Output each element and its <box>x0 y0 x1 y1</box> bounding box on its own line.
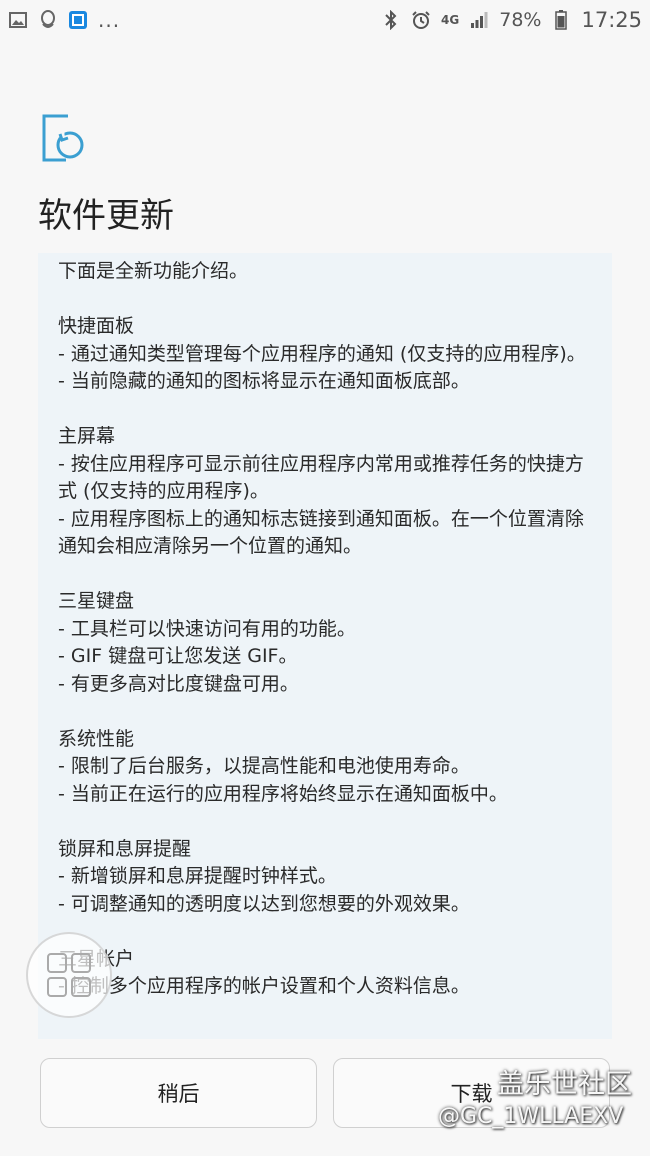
section-item: - GIF 键盘可让您发送 GIF。 <box>58 645 298 667</box>
status-bar-right: 4G 78% 17:25 <box>381 8 642 32</box>
section-title: 三星帐户 <box>58 946 586 974</box>
qq-icon <box>38 10 58 30</box>
gallery-icon <box>8 10 28 30</box>
section-item: - 控制多个应用程序的帐户设置和个人资料信息。 <box>58 975 470 997</box>
section-quick-panel: 快捷面板 - 通过通知类型管理每个应用程序的通知 (仅支持的应用程序)。 - 当… <box>58 313 586 396</box>
section-item: - 应用程序图标上的通知标志链接到通知面板。在一个位置清除通知会相应清除另一个位… <box>58 507 584 558</box>
section-item: - 限制了后台服务，以提高性能和电池使用寿命。 <box>58 755 470 777</box>
section-title: 主屏幕 <box>58 425 116 447</box>
section-item: - 当前正在运行的应用程序将始终显示在通知面板中。 <box>58 782 508 805</box>
section-item: - 当前隐藏的通知的图标将显示在通知面板底部。 <box>58 370 470 392</box>
section-item: - 有更多高对比度键盘可用。 <box>58 672 299 695</box>
software-update-icon <box>40 112 88 164</box>
release-notes-panel[interactable]: 下面是全新功能介绍。 快捷面板 - 通过通知类型管理每个应用程序的通知 (仅支持… <box>38 253 612 1039</box>
floating-assistant-button[interactable] <box>26 932 112 1018</box>
network-type: 4G <box>441 13 460 27</box>
battery-level: 78% <box>499 9 542 31</box>
bluetooth-icon <box>381 10 401 30</box>
grid-icon <box>47 953 91 997</box>
watermark-logo: 盖乐世社区 <box>497 1069 632 1100</box>
watermark-username: @GC_1WLLAEXV <box>438 1104 624 1129</box>
section-title: 三星键盘 <box>58 590 135 612</box>
section-title: 锁屏和息屏提醒 <box>58 837 192 860</box>
status-bar-left: ... <box>8 8 120 32</box>
section-title: 快捷面板 <box>58 315 135 337</box>
section-item: - 可调整通知的透明度以达到您想要的外观效果。 <box>58 892 470 915</box>
section-samsung-keyboard: 三星键盘 - 工具栏可以快速访问有用的功能。 - GIF 键盘可让您发送 GIF… <box>58 588 586 698</box>
status-bar: ... 4G 78% 17:25 <box>0 0 650 40</box>
clock: 17:25 <box>581 8 642 32</box>
release-notes-content: 下面是全新功能介绍。 快捷面板 - 通过通知类型管理每个应用程序的通知 (仅支持… <box>38 253 612 1001</box>
intro-text: 下面是全新功能介绍。 <box>58 260 249 282</box>
later-button[interactable]: 稍后 <box>40 1058 317 1128</box>
section-item: - 通过通知类型管理每个应用程序的通知 (仅支持的应用程序)。 <box>58 342 586 365</box>
page-title: 软件更新 <box>38 196 174 236</box>
section-lock-screen-aod: 锁屏和息屏提醒 - 新增锁屏和息屏提醒时钟样式。 - 可调整通知的透明度以达到您… <box>58 836 586 919</box>
app-icon <box>68 10 88 30</box>
section-item: - 工具栏可以快速访问有用的功能。 <box>58 617 356 640</box>
section-item: - 按住应用程序可显示前往应用程序内常用或推荐任务的快捷方式 (仅支持的应用程序… <box>58 452 584 503</box>
section-home-screen: 主屏幕 - 按住应用程序可显示前往应用程序内常用或推荐任务的快捷方式 (仅支持的… <box>58 423 586 561</box>
alarm-icon <box>411 10 431 30</box>
signal-icon <box>469 10 489 30</box>
more-notifications-indicator: ... <box>98 8 121 32</box>
battery-icon <box>551 10 571 30</box>
section-samsung-account: 三星帐户 - 控制多个应用程序的帐户设置和个人资料信息。 <box>58 946 586 1001</box>
section-title: 系统性能 <box>58 727 135 750</box>
section-system-performance: 系统性能 - 限制了后台服务，以提高性能和电池使用寿命。 - 当前正在运行的应用… <box>58 726 586 809</box>
section-item: - 新增锁屏和息屏提醒时钟样式。 <box>58 865 337 887</box>
